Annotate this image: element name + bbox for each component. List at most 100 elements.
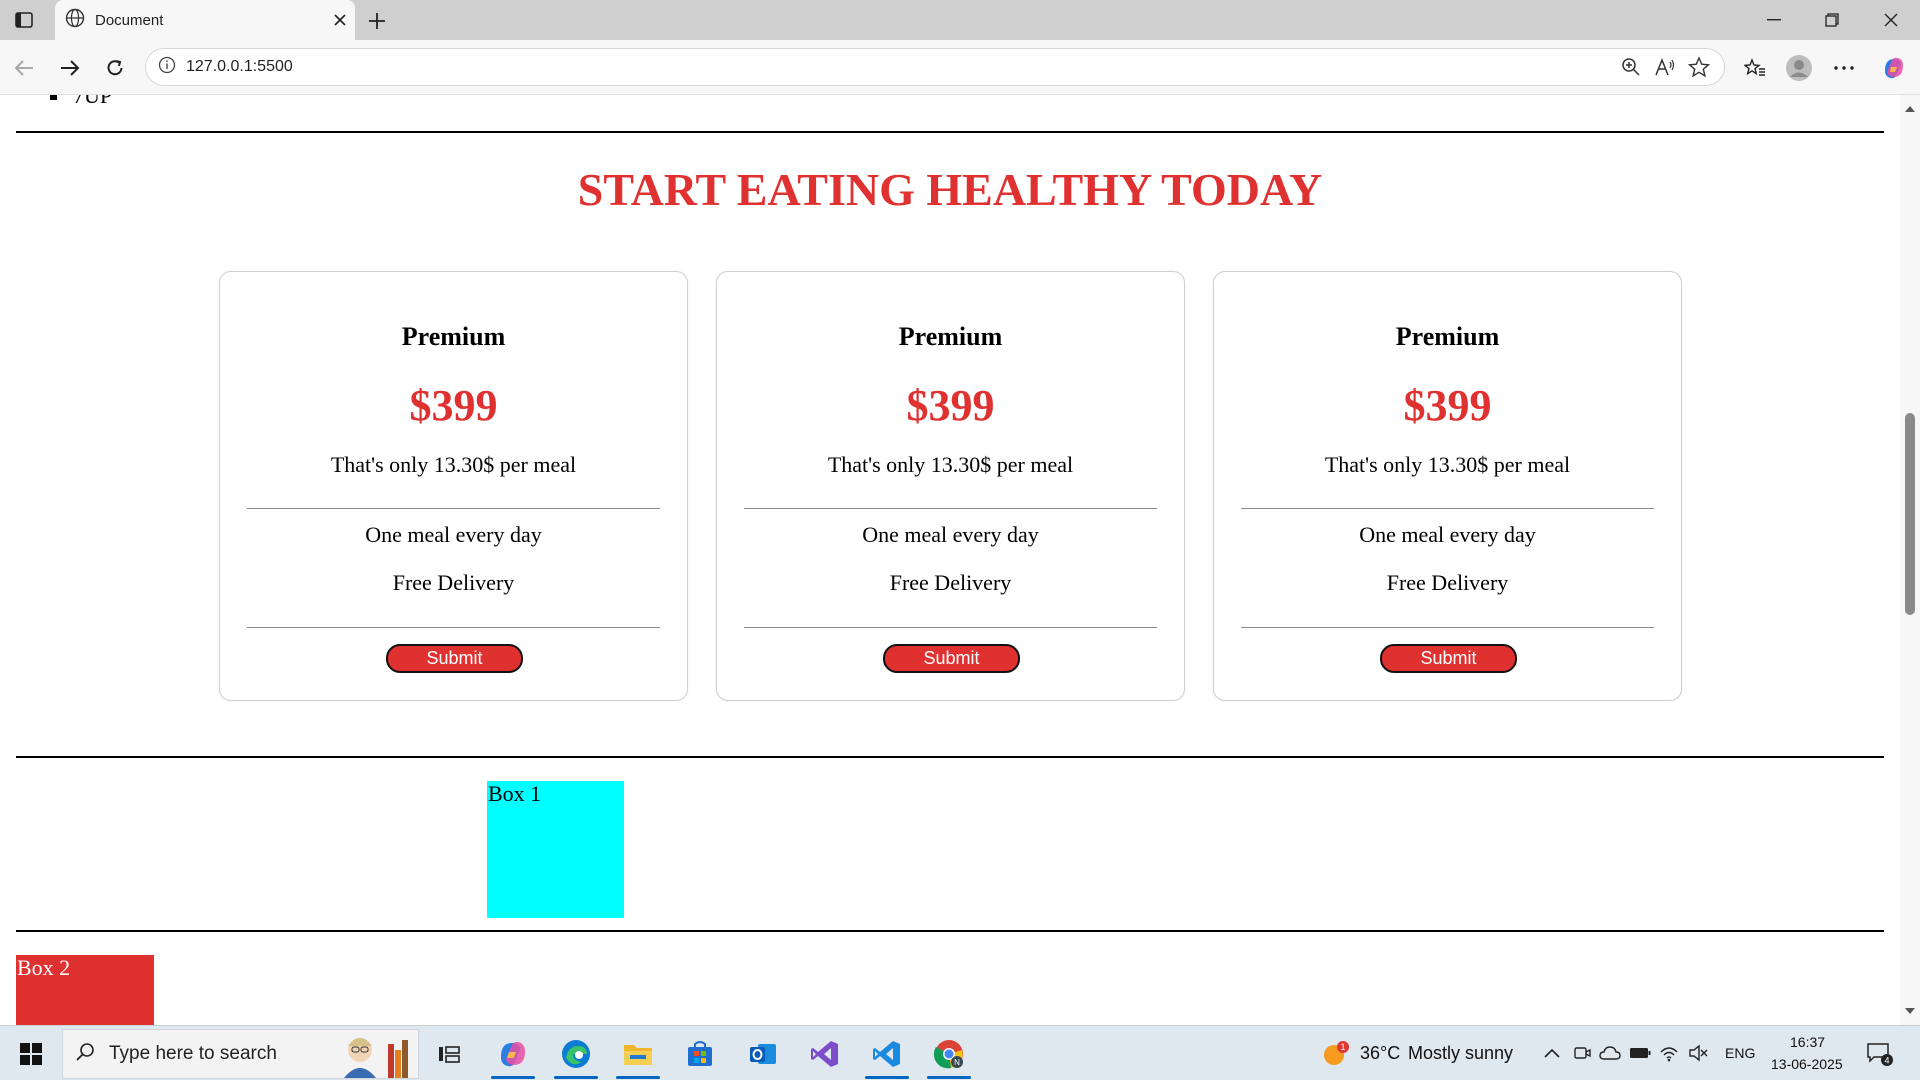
pricing-card: Premium $399 That's only 13.30$ per meal… — [1213, 271, 1682, 701]
plan-name: Premium — [401, 322, 506, 351]
clock-date[interactable]: 13-06-2025 — [1771, 1056, 1843, 1072]
task-view-icon[interactable] — [421, 1029, 477, 1079]
meet-now-icon[interactable] — [1570, 1041, 1594, 1065]
browser-tab[interactable]: Document — [55, 0, 355, 40]
vs-code-icon[interactable] — [859, 1029, 915, 1079]
divider-line — [16, 930, 1884, 932]
search-highlight-illustration-icon — [344, 1038, 408, 1078]
divider-line — [16, 131, 1884, 133]
search-icon — [75, 1042, 95, 1066]
plan-price: $399 — [906, 381, 995, 430]
plan-price: $399 — [1403, 381, 1492, 430]
read-aloud-icon[interactable] — [1648, 50, 1682, 84]
pricing-card: Premium $399 That's only 13.30$ per meal… — [219, 271, 688, 701]
refresh-icon[interactable] — [99, 52, 131, 84]
feature-delivery: Free Delivery — [889, 570, 1012, 595]
close-tab-icon[interactable] — [325, 5, 355, 35]
tab-title: Document — [95, 11, 164, 29]
plan-price: $399 — [409, 381, 498, 430]
vertical-scrollbar[interactable] — [1900, 95, 1920, 1025]
submit-button[interactable]: Submit — [883, 644, 1020, 673]
feature-delivery: Free Delivery — [392, 570, 515, 595]
more-options-icon[interactable] — [1827, 51, 1861, 85]
url-text[interactable]: 127.0.0.1:5500 — [186, 58, 1614, 76]
copilot-app-icon[interactable] — [485, 1029, 541, 1079]
search-placeholder: Type here to search — [109, 1043, 277, 1064]
show-hidden-icons-chevron-up-icon[interactable] — [1540, 1041, 1564, 1065]
weather-temperature[interactable]: 36°C — [1360, 1043, 1400, 1064]
box-2: Box 2 — [16, 955, 154, 1025]
submit-button[interactable]: Submit — [386, 644, 523, 673]
input-language[interactable]: ENG — [1725, 1045, 1755, 1061]
chrome-icon[interactable]: N — [921, 1029, 977, 1079]
feature-meals: One meal every day — [365, 522, 542, 547]
list-item-text: 7UP — [73, 95, 113, 108]
file-explorer-icon[interactable] — [610, 1029, 666, 1079]
page-viewport: 7UP START EATING HEALTHY TODAY Premium $… — [0, 95, 1900, 1025]
edge-browser-icon[interactable] — [548, 1029, 604, 1079]
speaker-muted-icon[interactable] — [1686, 1041, 1710, 1065]
per-meal-text: That's only 13.30$ per meal — [1324, 452, 1571, 477]
profile-avatar-icon[interactable] — [1782, 51, 1816, 85]
running-indicator — [865, 1076, 909, 1079]
new-tab-icon[interactable] — [362, 6, 392, 36]
running-indicator — [927, 1076, 971, 1079]
visual-studio-icon[interactable] — [797, 1029, 853, 1079]
card-divider — [1241, 508, 1654, 509]
submit-button[interactable]: Submit — [1380, 644, 1517, 673]
feature-meals: One meal every day — [1359, 522, 1536, 547]
clock-time[interactable]: 16:37 — [1790, 1034, 1825, 1050]
card-divider — [744, 627, 1157, 628]
per-meal-text: That's only 13.30$ per meal — [330, 452, 577, 477]
taskbar-search-box[interactable]: Type here to search — [62, 1029, 419, 1079]
favorites-icon[interactable] — [1738, 51, 1772, 85]
plan-name: Premium — [898, 322, 1003, 351]
windows-start-icon[interactable] — [8, 1034, 54, 1074]
microsoft-store-icon[interactable] — [672, 1029, 728, 1079]
running-indicator — [616, 1076, 660, 1079]
favorite-star-icon[interactable] — [1682, 50, 1716, 84]
battery-icon[interactable] — [1628, 1041, 1652, 1065]
sidebar-toggle-icon[interactable] — [12, 8, 36, 32]
scroll-up-icon[interactable] — [1904, 103, 1916, 115]
taskbar: Type here to search N 1 36°C Mostly sunn… — [0, 1025, 1920, 1080]
running-indicator — [491, 1076, 535, 1079]
per-meal-text: That's only 13.30$ per meal — [827, 452, 1074, 477]
close-window-icon[interactable] — [1862, 0, 1920, 40]
weather-condition[interactable]: Mostly sunny — [1408, 1043, 1513, 1064]
scroll-down-icon[interactable] — [1904, 1005, 1916, 1017]
forward-arrow-icon[interactable] — [54, 52, 86, 84]
outlook-icon[interactable] — [735, 1029, 791, 1079]
card-divider — [1241, 627, 1654, 628]
feature-delivery: Free Delivery — [1386, 570, 1509, 595]
bullet — [50, 95, 57, 100]
copilot-icon[interactable] — [1877, 51, 1911, 85]
svg-text:4: 4 — [1884, 1056, 1889, 1066]
weather-icon[interactable]: 1 — [1321, 1039, 1351, 1069]
svg-text:N: N — [954, 1058, 960, 1067]
scroll-thumb[interactable] — [1905, 413, 1915, 615]
globe-icon — [65, 8, 85, 32]
notification-center-icon[interactable]: 4 — [1866, 1040, 1894, 1068]
browser-titlebar: Document — [0, 0, 1920, 40]
feature-meals: One meal every day — [862, 522, 1039, 547]
section-title: START EATING HEALTHY TODAY — [577, 164, 1323, 215]
card-divider — [744, 508, 1157, 509]
box-1: Box 1 — [487, 781, 624, 918]
minimize-icon[interactable] — [1745, 0, 1803, 40]
divider-line — [16, 756, 1884, 758]
card-divider — [247, 627, 660, 628]
site-info-icon[interactable] — [158, 56, 176, 78]
running-indicator — [554, 1076, 598, 1079]
address-bar[interactable]: 127.0.0.1:5500 — [145, 48, 1725, 86]
browser-toolbar: 127.0.0.1:5500 — [0, 40, 1920, 95]
list-item: 7UP — [50, 95, 112, 109]
wifi-icon[interactable] — [1657, 1041, 1681, 1065]
zoom-icon[interactable] — [1614, 50, 1648, 84]
pricing-card: Premium $399 That's only 13.30$ per meal… — [716, 271, 1185, 701]
card-divider — [247, 508, 660, 509]
back-arrow-icon[interactable] — [8, 52, 40, 84]
onedrive-sync-icon[interactable] — [1598, 1041, 1622, 1065]
restore-icon[interactable] — [1803, 0, 1861, 40]
svg-text:1: 1 — [1340, 1042, 1345, 1052]
